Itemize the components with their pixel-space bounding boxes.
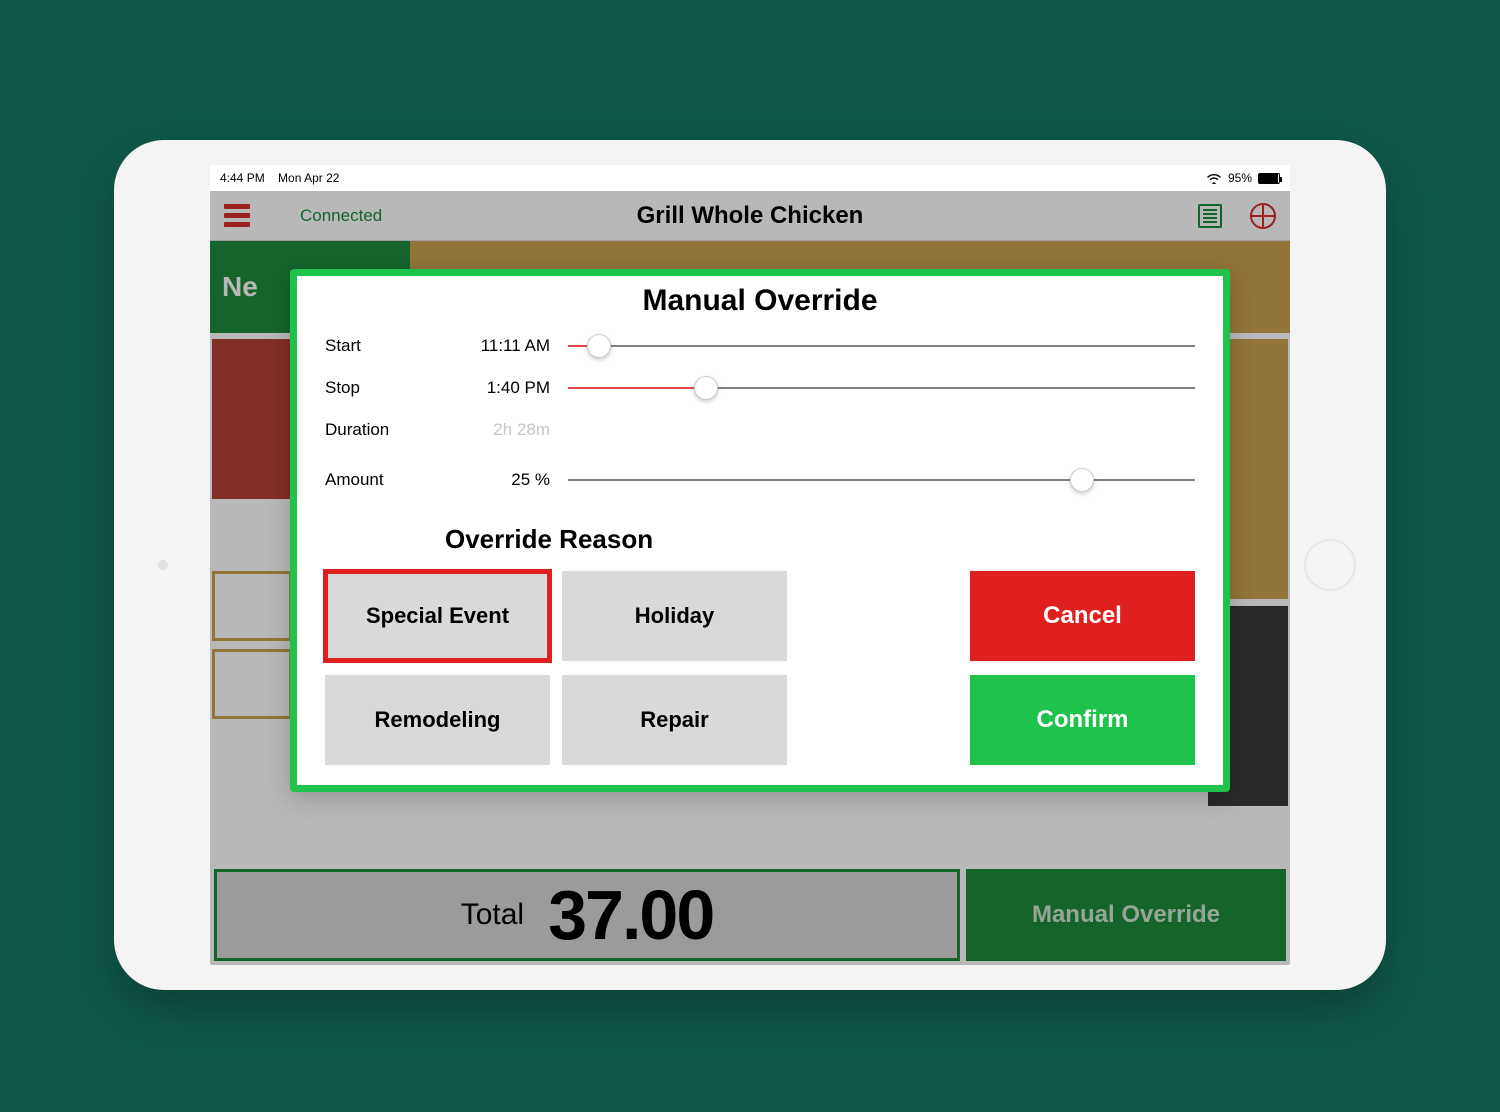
app-header: Connected Grill Whole Chicken <box>210 191 1290 241</box>
total-bar: Total 37.00 <box>214 869 960 961</box>
modal-title: Manual Override <box>325 284 1195 318</box>
cancel-button[interactable]: Cancel <box>970 571 1195 661</box>
home-button[interactable] <box>1304 539 1356 591</box>
page-title: Grill Whole Chicken <box>210 202 1290 230</box>
reason-repair[interactable]: Repair <box>562 675 787 765</box>
confirm-button[interactable]: Confirm <box>970 675 1195 765</box>
start-label: Start <box>325 336 460 356</box>
total-label: Total <box>461 898 524 932</box>
total-value: 37.00 <box>548 875 713 955</box>
grid-spacer <box>799 571 958 661</box>
stop-value: 1:40 PM <box>460 378 550 398</box>
list-item <box>212 649 292 719</box>
row-start: Start 11:11 AM <box>325 326 1195 366</box>
ipad-frame: 4:44 PM Mon Apr 22 95% Connected Grill W… <box>114 140 1386 990</box>
stop-slider[interactable] <box>568 378 1195 398</box>
duration-label: Duration <box>325 420 460 440</box>
status-time: 4:44 PM <box>220 171 265 185</box>
manual-override-button[interactable]: Manual Override <box>966 869 1286 961</box>
row-amount: Amount 25 % <box>325 460 1195 500</box>
amount-label: Amount <box>325 470 460 490</box>
stop-label: Stop <box>325 378 460 398</box>
duration-value: 2h 28m <box>460 420 550 440</box>
start-value: 11:11 AM <box>460 336 550 356</box>
reason-holiday[interactable]: Holiday <box>562 571 787 661</box>
row-duration: Duration 2h 28m <box>325 410 1195 450</box>
manual-override-modal: Manual Override Start 11:11 AM Stop 1:40… <box>290 269 1230 792</box>
wifi-icon <box>1206 172 1222 184</box>
screen: 4:44 PM Mon Apr 22 95% Connected Grill W… <box>210 165 1290 965</box>
row-stop: Stop 1:40 PM <box>325 368 1195 408</box>
status-date: Mon Apr 22 <box>278 171 339 185</box>
status-battery-pct: 95% <box>1228 171 1252 185</box>
globe-icon[interactable] <box>1250 203 1276 229</box>
grid-spacer <box>799 675 958 765</box>
camera-dot <box>158 560 168 570</box>
start-slider[interactable] <box>568 336 1195 356</box>
bg-block-left <box>212 339 292 499</box>
reason-remodeling[interactable]: Remodeling <box>325 675 550 765</box>
amount-slider[interactable] <box>568 470 1195 490</box>
reason-special-event[interactable]: Special Event <box>325 571 550 661</box>
status-bar: 4:44 PM Mon Apr 22 95% <box>210 165 1290 191</box>
battery-icon <box>1258 173 1280 184</box>
list-item <box>212 571 292 641</box>
override-reason-grid: Special Event Holiday Cancel Remodeling … <box>325 571 1195 765</box>
amount-value: 25 % <box>460 470 550 490</box>
override-reason-title: Override Reason <box>445 524 1195 555</box>
report-icon[interactable] <box>1198 204 1222 228</box>
